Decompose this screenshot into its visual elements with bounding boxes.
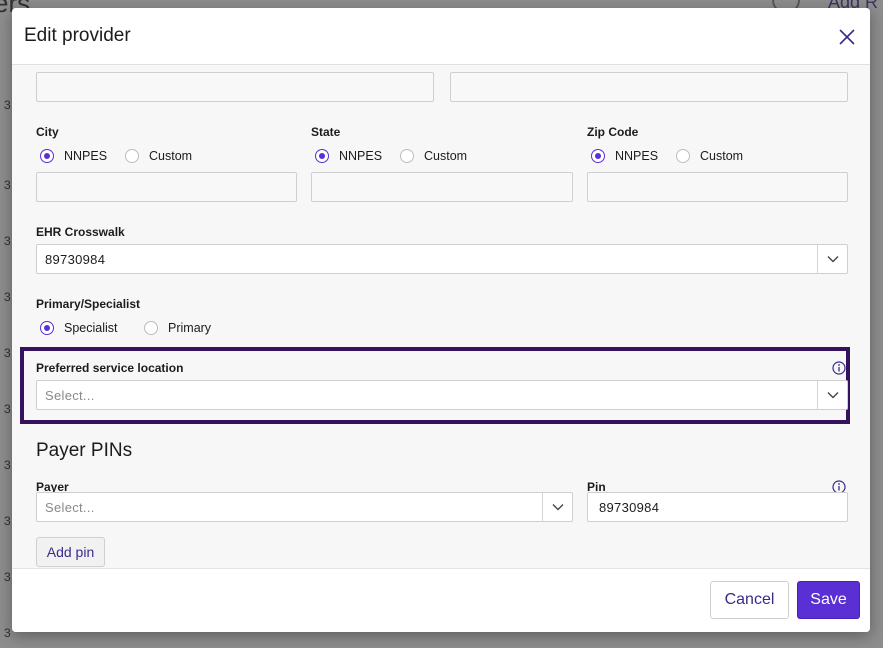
radio-specialist[interactable] [40, 321, 54, 335]
add-pin-button[interactable]: Add pin [36, 537, 105, 567]
city-input[interactable] [36, 172, 297, 202]
modal-body: City NNPES Custom State NNPES Custom Zip… [12, 65, 870, 568]
zip-input[interactable] [587, 172, 848, 202]
radio-primary-label: Primary [168, 321, 212, 335]
select-divider [817, 245, 818, 273]
chevron-down-icon[interactable] [827, 255, 839, 263]
city-radio-nnpes-label: NNPES [64, 149, 108, 163]
zip-radio-custom[interactable] [676, 149, 690, 163]
city-radio-nnpes[interactable] [40, 149, 54, 163]
preferred-location-label: Preferred service location [36, 361, 184, 375]
state-input[interactable] [311, 172, 573, 202]
city-radio-custom-label: Custom [149, 149, 193, 163]
state-radio-nnpes[interactable] [315, 149, 329, 163]
city-radio-custom[interactable] [125, 149, 139, 163]
state-radio-nnpes-label: NNPES [339, 149, 383, 163]
save-button[interactable]: Save [797, 581, 860, 619]
city-label: City [36, 125, 59, 139]
ehr-crosswalk-value: 89730984 [45, 252, 106, 267]
payer-select[interactable]: Select... [36, 492, 573, 522]
info-icon[interactable] [832, 361, 846, 375]
zip-radio-nnpes[interactable] [591, 149, 605, 163]
ehr-crosswalk-select[interactable]: 89730984 [36, 244, 848, 274]
cancel-button[interactable]: Cancel [710, 581, 789, 619]
edit-provider-modal: Edit provider City NNPES Custom State NN… [12, 8, 870, 632]
radio-primary[interactable] [144, 321, 158, 335]
close-icon[interactable] [836, 26, 858, 48]
ehr-crosswalk-label: EHR Crosswalk [36, 225, 125, 239]
select-divider [542, 493, 543, 521]
address-field-right[interactable] [450, 72, 848, 102]
modal-footer: Cancel Save [12, 568, 870, 632]
preferred-location-placeholder: Select... [45, 388, 95, 403]
modal-header: Edit provider [12, 8, 870, 65]
payer-pins-title: Payer PINs [36, 440, 133, 461]
primary-specialist-label: Primary/Specialist [36, 297, 141, 311]
modal-title: Edit provider [24, 25, 131, 46]
state-label: State [311, 125, 341, 139]
preferred-location-select[interactable]: Select... [36, 380, 848, 410]
address-field-left[interactable] [36, 72, 434, 102]
radio-specialist-label: Specialist [64, 321, 118, 335]
chevron-down-icon[interactable] [552, 503, 564, 511]
state-radio-custom[interactable] [400, 149, 414, 163]
pin-input[interactable]: 89730984 [587, 492, 848, 522]
state-radio-custom-label: Custom [424, 149, 468, 163]
chevron-down-icon[interactable] [827, 391, 839, 399]
select-divider [817, 381, 818, 409]
zip-label: Zip Code [587, 125, 639, 139]
payer-placeholder: Select... [45, 500, 95, 515]
zip-radio-nnpes-label: NNPES [615, 149, 659, 163]
zip-radio-custom-label: Custom [700, 149, 744, 163]
